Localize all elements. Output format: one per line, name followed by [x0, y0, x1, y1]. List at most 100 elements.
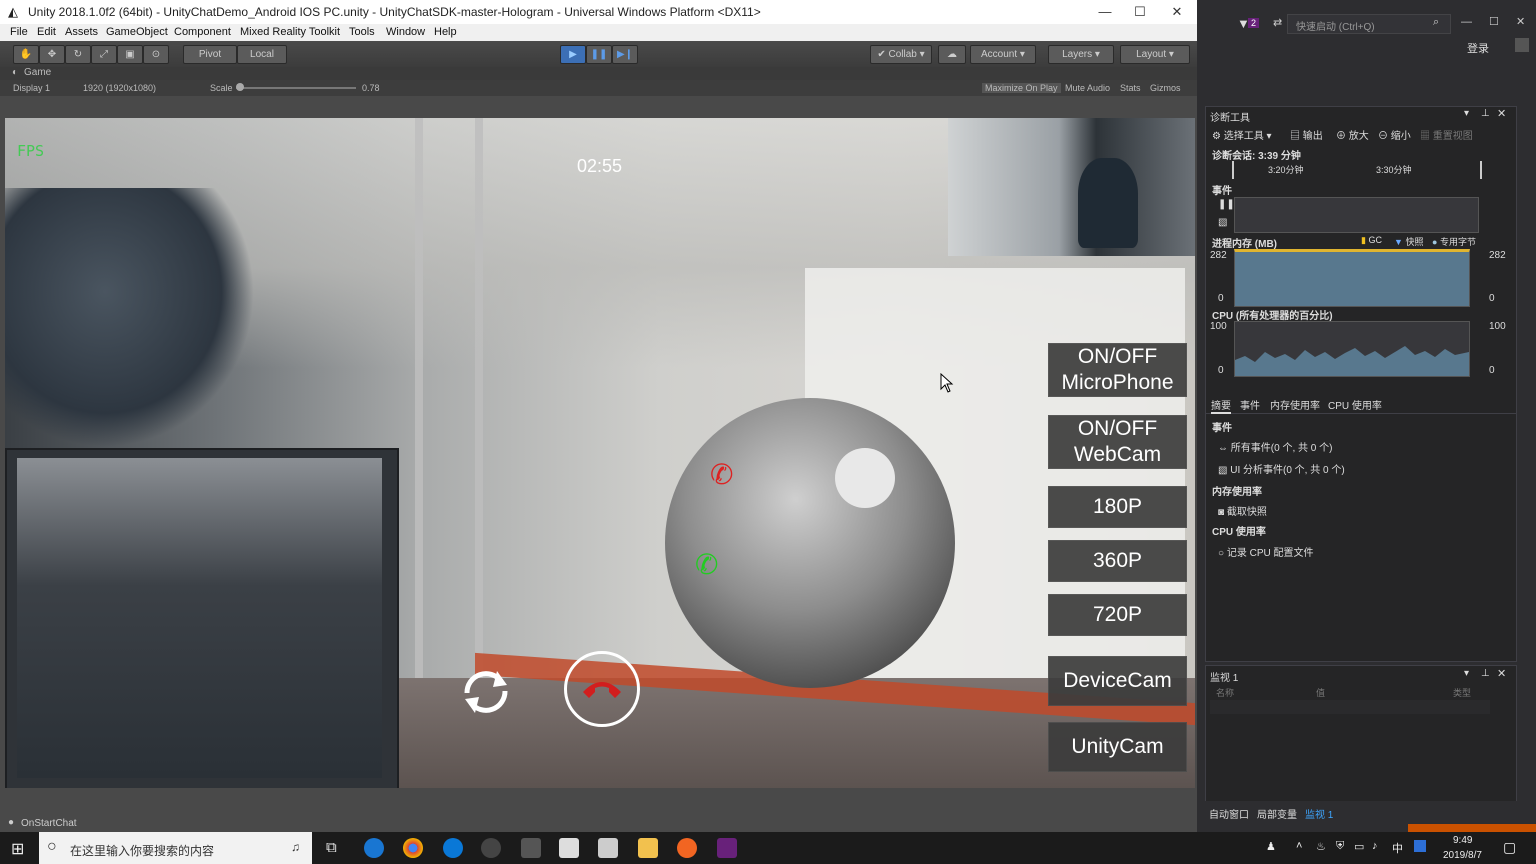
action-center-icon[interactable]: ▢ [1503, 839, 1516, 856]
watch-dropdown-icon[interactable]: ▾ [1464, 668, 1469, 679]
security-shield-icon[interactable]: ⛨ [1336, 840, 1344, 853]
minimize-icon[interactable]: — [1090, 3, 1120, 21]
layout-dropdown[interactable]: Layout ▾ [1120, 45, 1190, 64]
network-icon[interactable]: ▭ [1354, 840, 1364, 853]
firefox-icon[interactable] [677, 838, 697, 858]
tray-app-icon[interactable]: ♨ [1316, 840, 1326, 853]
ui-events-link[interactable]: ▧ UI 分析事件(0 个, 共 0 个) [1218, 461, 1345, 476]
tray-expand-icon[interactable]: ˄ [1296, 840, 1302, 852]
take-snapshot-button[interactable]: ◙ 截取快照 [1218, 503, 1267, 518]
watch-empty-row[interactable] [1210, 700, 1490, 714]
pin-icon[interactable]: ⊥ [1481, 108, 1490, 119]
account-icon[interactable] [1515, 38, 1529, 52]
stats-toggle[interactable]: Stats [1120, 83, 1141, 93]
unity-title-bar[interactable]: ◭ Unity 2018.1.0f2 (64bit) - UnityChatDe… [0, 0, 1197, 24]
scale-slider[interactable] [236, 87, 356, 89]
notification-badge[interactable]: 2 [1248, 18, 1260, 28]
resolution-180p-button[interactable]: 180P [1048, 486, 1187, 528]
collab-button[interactable]: ✔ Collab ▾ [870, 45, 932, 64]
tab-autos[interactable]: 自动窗口 [1209, 806, 1249, 821]
tab-watch-1[interactable]: 监视 1 [1305, 806, 1333, 821]
clock-date[interactable]: 2019/8/7 [1443, 850, 1482, 861]
microphone-icon[interactable]: ♫ [291, 840, 300, 854]
resolution-360p-button[interactable]: 360P [1048, 540, 1187, 582]
vs-maximize-icon[interactable]: ☐ [1489, 15, 1499, 28]
tab-locals[interactable]: 局部变量 [1257, 806, 1297, 821]
device-cam-button[interactable]: DeviceCam [1048, 656, 1187, 706]
visual-studio-icon[interactable] [717, 838, 737, 858]
tab-cpu-usage[interactable]: CPU 使用率 [1328, 397, 1382, 412]
chrome-icon[interactable] [403, 838, 423, 858]
all-events-link[interactable]: ⇔ 所有事件(0 个, 共 0 个) [1218, 439, 1332, 454]
display-dropdown[interactable]: Display 1 [13, 83, 50, 93]
people-icon[interactable]: ♟ [1266, 840, 1276, 853]
webcam-toggle-button[interactable]: ON/OFF WebCam [1048, 415, 1187, 469]
menu-file[interactable]: File [10, 26, 28, 38]
reset-view-button[interactable]: ▦ 重置视图 [1420, 127, 1473, 142]
game-viewport[interactable]: ✆ ✆ FPS 02:55 ON/OFF MicroPhone ON/OFF W… [5, 118, 1195, 788]
resolution-720p-button[interactable]: 720P [1048, 594, 1187, 636]
game-tab[interactable]: ◐ Game [0, 67, 1197, 80]
tab-events[interactable]: 事件 [1240, 397, 1260, 412]
step-icon[interactable]: ▶❙ [612, 45, 638, 64]
switch-camera-icon[interactable] [457, 663, 515, 721]
resolution-dropdown[interactable]: 1920 (1920x1080) [83, 83, 156, 93]
windows-start-icon[interactable]: ⊞ [11, 839, 24, 859]
hand-tool-icon[interactable]: ✋ [13, 45, 39, 64]
transform-tool-icon[interactable]: ⊙ [143, 45, 169, 64]
feedback-icon[interactable]: ⇄ [1273, 16, 1282, 29]
menu-gameobject[interactable]: GameObject [106, 26, 168, 38]
notepad-icon[interactable] [598, 838, 618, 858]
watch-close-icon[interactable]: ✕ [1497, 667, 1506, 680]
cpu-graph[interactable] [1234, 321, 1470, 377]
scale-slider-thumb[interactable] [236, 83, 244, 91]
unity-taskbar-icon[interactable] [521, 838, 541, 858]
taskbar-search-box[interactable]: ○ 在这里输入你要搜索的内容 ♫ [39, 832, 312, 864]
qq-browser-icon[interactable] [364, 838, 384, 858]
record-cpu-profile-button[interactable]: ○ 记录 CPU 配置文件 [1218, 544, 1314, 559]
play-icon[interactable]: ▶ [560, 45, 586, 64]
vs-minimize-icon[interactable]: — [1461, 16, 1472, 28]
pause-icon[interactable]: ❚❚ [586, 45, 612, 64]
clock-time[interactable]: 9:49 [1453, 835, 1472, 846]
microphone-toggle-button[interactable]: ON/OFF MicroPhone [1048, 343, 1187, 397]
volume-icon[interactable]: ♪ [1372, 840, 1378, 852]
memory-graph[interactable] [1234, 249, 1470, 307]
menu-component[interactable]: Component [174, 26, 231, 38]
menu-tools[interactable]: Tools [349, 26, 375, 38]
dropdown-icon[interactable]: ▾ [1464, 108, 1469, 119]
local-button[interactable]: Local [237, 45, 287, 64]
menu-mixed-reality-toolkit[interactable]: Mixed Reality Toolkit [240, 26, 340, 38]
app-window-icon[interactable] [559, 838, 579, 858]
unity-cam-button[interactable]: UnityCam [1048, 722, 1187, 772]
pane-close-icon[interactable]: ✕ [1497, 107, 1506, 120]
ime-indicator[interactable]: 中 [1392, 840, 1403, 856]
menu-assets[interactable]: Assets [65, 26, 98, 38]
select-tool-button[interactable]: ⚙ 选择工具 ▾ [1212, 127, 1272, 142]
layers-dropdown[interactable]: Layers ▾ [1048, 45, 1114, 64]
move-tool-icon[interactable]: ✥ [39, 45, 65, 64]
pivot-button[interactable]: Pivot [183, 45, 237, 64]
scale-tool-icon[interactable]: ⤢ [91, 45, 117, 64]
task-view-icon[interactable]: ⧉ [326, 839, 337, 856]
menu-window[interactable]: Window [386, 26, 425, 38]
steam-icon[interactable] [481, 838, 501, 858]
output-button[interactable]: ▤ 输出 [1290, 127, 1323, 142]
maximize-icon[interactable]: ☐ [1125, 3, 1155, 21]
menu-edit[interactable]: Edit [37, 26, 56, 38]
rect-tool-icon[interactable]: ▣ [117, 45, 143, 64]
rotate-tool-icon[interactable]: ↻ [65, 45, 91, 64]
file-explorer-icon[interactable] [638, 838, 658, 858]
watch-pin-icon[interactable]: ⊥ [1481, 668, 1490, 679]
zoom-out-button[interactable]: ⊖ 缩小 [1378, 127, 1411, 142]
account-dropdown[interactable]: Account ▾ [970, 45, 1036, 64]
menu-help[interactable]: Help [434, 26, 457, 38]
vs-close-icon[interactable]: ✕ [1516, 15, 1525, 28]
close-icon[interactable]: ✕ [1162, 3, 1192, 21]
quick-launch-input[interactable]: 快速启动 (Ctrl+Q) ⌕ [1287, 14, 1451, 34]
ime-mode-icon[interactable] [1414, 840, 1426, 852]
tab-summary[interactable]: 摘要 [1211, 397, 1231, 414]
login-link[interactable]: 登录 [1467, 40, 1489, 56]
hang-up-button[interactable] [564, 651, 640, 727]
edge-icon[interactable] [443, 838, 463, 858]
